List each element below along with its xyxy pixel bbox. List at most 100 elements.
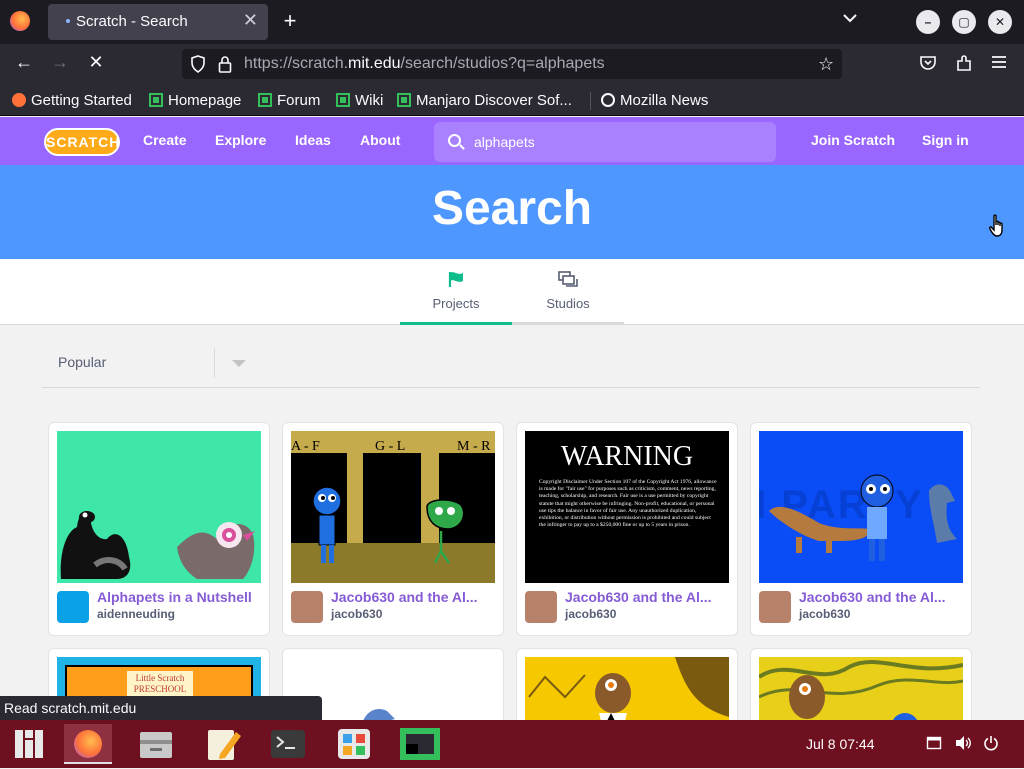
bookmark-manjaro-discover[interactable]: Manjaro Discover Sof... (397, 92, 572, 109)
close-window-icon[interactable]: ✕ (988, 10, 1012, 34)
thumbnail-label: A - F (291, 439, 320, 454)
lock-icon[interactable] (218, 55, 232, 78)
avatar[interactable] (525, 591, 557, 623)
nav-create[interactable]: Create (143, 132, 187, 148)
back-arrow-icon[interactable]: ← (12, 52, 36, 73)
volume-icon[interactable] (954, 735, 972, 755)
join-scratch-link[interactable]: Join Scratch (811, 132, 895, 148)
project-owner[interactable]: jacob630 (799, 607, 850, 621)
manjaro-settings-task-icon[interactable] (396, 724, 444, 764)
thumbnail-text: Copyright Disclaimer Under Section 107 o… (539, 479, 717, 529)
manjaro-icon (336, 93, 350, 107)
project-thumbnail[interactable]: I PARTY (759, 431, 963, 583)
project-title[interactable]: Jacob630 and the Al... (799, 589, 965, 605)
nav-about[interactable]: About (360, 132, 400, 148)
url-host: mit.edu (348, 55, 401, 72)
search-input[interactable] (474, 132, 754, 152)
project-title[interactable]: Jacob630 and the Al... (331, 589, 497, 605)
new-tab-button[interactable]: + (278, 8, 302, 34)
flag-icon (447, 270, 465, 291)
scratch-search-box[interactable] (434, 122, 776, 162)
taskbar: Jul 8 07:44 (0, 720, 1024, 768)
url-text[interactable]: https://scratch.mit.edu/search/studios?q… (244, 55, 605, 73)
bookmark-wiki[interactable]: Wiki (336, 92, 383, 109)
browser-nav-bar: ← → ✕ https://scratch.mit.edu/search/stu… (0, 44, 1024, 84)
shield-icon[interactable] (190, 55, 206, 78)
terminal-task-icon[interactable] (264, 724, 312, 764)
project-card[interactable]: A - F G - L M - R Jacob630 and the Al...… (282, 422, 504, 636)
app-menu-icon[interactable] (4, 724, 52, 764)
studio-icon (558, 271, 578, 292)
search-banner: Search (0, 165, 1024, 259)
power-icon[interactable] (983, 735, 999, 755)
firefox-icon (74, 730, 102, 758)
extensions-icon[interactable] (954, 53, 974, 78)
maximize-window-icon[interactable]: ▢ (952, 10, 976, 34)
avatar[interactable] (291, 591, 323, 623)
scratch-navbar: SCRATCH Create Explore Ideas About Join … (0, 117, 1024, 165)
stop-loading-icon[interactable]: ✕ (84, 52, 108, 73)
firefox-task-icon[interactable] (64, 724, 112, 764)
page-title: Search (431, 182, 593, 235)
project-title[interactable]: Alphapets in a Nutshell (97, 589, 263, 605)
pocket-icon[interactable] (918, 53, 938, 78)
nav-ideas[interactable]: Ideas (295, 132, 331, 148)
software-center-task-icon[interactable] (330, 724, 378, 764)
project-owner[interactable]: jacob630 (331, 607, 382, 621)
browser-tab-active[interactable]: Scratch - Search ✕ (48, 4, 268, 40)
bookmarks-toolbar: Getting Started Homepage Forum Wiki Manj… (0, 84, 1024, 116)
chevron-down-icon[interactable] (232, 360, 246, 367)
avatar[interactable] (57, 591, 89, 623)
project-thumbnail[interactable] (759, 657, 963, 727)
manjaro-icon (397, 93, 411, 107)
tab-title: Scratch - Search (76, 13, 188, 30)
project-thumbnail[interactable]: A - F G - L M - R (291, 431, 495, 583)
clock[interactable]: Jul 8 07:44 (806, 736, 875, 752)
hamburger-menu-icon[interactable] (990, 54, 1008, 75)
url-prefix: https://scratch. (244, 55, 349, 72)
project-card[interactable]: WARNING Copyright Disclaimer Under Secti… (516, 422, 738, 636)
project-title[interactable]: Jacob630 and the Al... (565, 589, 731, 605)
sort-select[interactable]: Popular (42, 340, 980, 388)
list-all-tabs-icon[interactable] (838, 10, 862, 31)
clipboard-icon[interactable] (926, 735, 942, 755)
project-card[interactable] (750, 648, 972, 728)
manjaro-icon (258, 93, 272, 107)
project-thumbnail[interactable] (57, 431, 261, 583)
thumbnail-text: Little Scratch PRESCHOOL (127, 671, 193, 697)
bookmark-label: Wiki (355, 92, 384, 109)
file-manager-task-icon[interactable] (132, 724, 180, 764)
forward-arrow-icon[interactable]: → (48, 52, 72, 73)
scratch-logo[interactable]: SCRATCH (44, 128, 120, 156)
nav-explore[interactable]: Explore (215, 132, 266, 148)
tab-studios[interactable]: Studios (512, 259, 624, 325)
tab-close-icon[interactable]: ✕ (243, 10, 258, 31)
sort-divider (214, 348, 215, 378)
bookmark-mozilla-news[interactable]: Mozilla News (601, 92, 708, 109)
tab-inactive-indicator (512, 322, 624, 325)
tab-label: Studios (546, 296, 590, 311)
bookmark-forum[interactable]: Forum (258, 92, 320, 109)
minimize-window-icon[interactable]: – (916, 10, 940, 34)
sign-in-link[interactable]: Sign in (922, 132, 969, 148)
project-card[interactable] (516, 648, 738, 728)
bookmark-label: Manjaro Discover Sof... (416, 92, 572, 109)
project-thumbnail[interactable] (525, 657, 729, 727)
project-card[interactable]: I PARTY Jacob630 and the Al... jacob630 (750, 422, 972, 636)
text-editor-task-icon[interactable] (200, 724, 248, 764)
avatar[interactable] (759, 591, 791, 623)
firefox-menu-icon[interactable] (10, 11, 30, 31)
project-owner[interactable]: aidenneuding (97, 607, 175, 621)
tab-projects[interactable]: Projects (400, 259, 512, 325)
thumbnail-label: M - R (457, 439, 491, 454)
thumbnail-label: G - L (375, 439, 406, 454)
bookmark-homepage[interactable]: Homepage (149, 92, 241, 109)
project-owner[interactable]: jacob630 (565, 607, 616, 621)
search-tabs: Projects Studios (0, 259, 1024, 325)
bookmark-getting-started[interactable]: Getting Started (12, 92, 132, 109)
url-bar[interactable]: https://scratch.mit.edu/search/studios?q… (182, 49, 842, 79)
project-card[interactable]: Alphapets in a Nutshell aidenneuding (48, 422, 270, 636)
project-thumbnail[interactable]: WARNING Copyright Disclaimer Under Secti… (525, 431, 729, 583)
tab-loading-dot-icon (66, 19, 70, 23)
bookmark-star-icon[interactable]: ☆ (818, 54, 834, 75)
